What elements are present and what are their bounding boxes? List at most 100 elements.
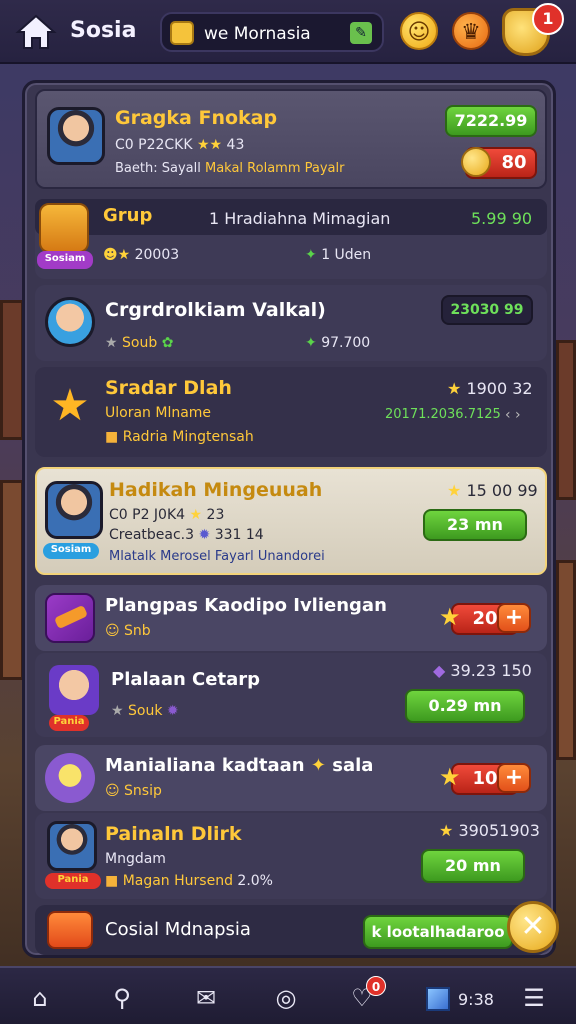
highlighted-value-text: 15 00 99 — [466, 481, 538, 500]
mail-icon[interactable]: ✉ — [188, 980, 224, 1016]
chat-icon[interactable]: ◎ — [268, 980, 304, 1016]
cube-shape — [426, 987, 450, 1011]
search-field[interactable]: we Mornasia ✎ — [160, 12, 384, 52]
star-outline-icon: ★ — [105, 335, 118, 351]
edit-icon[interactable]: ✎ — [350, 22, 372, 44]
heart-badge: 0 — [366, 976, 386, 996]
envelope-icon — [47, 911, 93, 949]
achievement-title: Sradar Dlah — [105, 377, 232, 399]
player-row-title: Plalaan Cetarp — [111, 669, 260, 690]
leader-line-2-value: 2.0% — [237, 873, 273, 889]
crown-icon — [39, 203, 89, 253]
friend-stat-value: 97.700 — [321, 335, 371, 351]
search-icon[interactable]: ⚲ — [104, 980, 140, 1016]
footer-row: Cosial Mdnapsia k lootalhadaroo ✕ — [35, 901, 559, 955]
manual-sub-text: Snsip — [124, 783, 162, 799]
highlighted-action-button[interactable]: 23 mn — [423, 509, 527, 541]
gem-icon: ✿ — [161, 335, 174, 351]
event-title: Plangpas Kaodipo Ivliengan — [105, 595, 387, 616]
footer-action-button[interactable]: k lootalhadaroo — [363, 915, 513, 949]
home-icon[interactable]: ⌂ — [22, 980, 58, 1016]
back-home-button[interactable] — [14, 10, 58, 54]
manual-title-tail: sala — [332, 755, 374, 776]
highlighted-value: ★ 15 00 99 — [447, 481, 538, 500]
gem-icon: ✹ — [198, 527, 211, 543]
achievement-row[interactable]: ★ Sradar Dlah Uloran Mlname ■ Radria Min… — [35, 367, 547, 457]
manual-plus-button[interactable]: + — [497, 763, 531, 793]
friend-stat: ✦ 97.700 — [305, 335, 370, 351]
star-icon: ★ — [439, 763, 461, 791]
social-panel: Gragka Fnokap C0 P22CKK ★★ 43 Baeth: Say… — [22, 80, 559, 958]
highlighted-code-value: 23 — [206, 507, 225, 523]
leader-line-2-text: Magan Hursend — [122, 873, 233, 889]
smile-icon[interactable]: ☺ — [400, 12, 438, 50]
player-row-sub: ★ Souk ✹ — [111, 703, 179, 719]
friend-sub: ★ Soub ✿ — [105, 335, 173, 351]
player-avatar — [49, 665, 99, 715]
achievement-line-2: ■ Radria Mingtensah — [105, 429, 254, 445]
player-name: Gragka Fnokap — [115, 107, 278, 129]
group-header-text: 1 Hradiahna Mimagian — [209, 209, 391, 228]
manual-row[interactable]: Manialiana kadtaan ✦ sala ☺ Snsip ★ 10 + — [35, 745, 547, 811]
bottom-nav: ⌂ ⚲ ✉ ◎ ♡ 0 9:38 ☰ — [0, 966, 576, 1024]
chevron-right-icon[interactable]: ‹ › — [505, 407, 521, 423]
footer-label: Cosial Mdnapsia — [105, 919, 251, 940]
group-amount: 5.99 90 — [471, 209, 533, 228]
balance-button[interactable]: 7222.99 — [445, 105, 537, 137]
background-house — [0, 480, 24, 680]
manual-title-text: Manialiana kadtaan — [105, 755, 305, 776]
avatar — [45, 481, 103, 539]
player-row-button[interactable]: 0.29 mn — [405, 689, 525, 723]
home-icon — [15, 14, 57, 49]
event-icon-shape — [53, 604, 89, 630]
star-icon: ★ — [439, 821, 454, 840]
player-badge: Sosiam — [43, 543, 99, 559]
event-plus-button[interactable]: + — [497, 603, 531, 633]
highlighted-name: Hadikah Mingeuuah — [109, 479, 323, 501]
box-icon: ■ — [105, 429, 119, 445]
event-icon — [45, 593, 95, 643]
star-icon: ★★ — [196, 137, 223, 153]
player-desc: Baeth: Sayall Makal Rolamm Payalr — [115, 161, 344, 176]
coin-amount: 80 — [501, 152, 527, 173]
top-bar: Sosia we Mornasia ✎ ☺ ♛ 1 — [0, 0, 576, 64]
highlighted-line-2-text: Creatbeac.3 — [109, 527, 195, 543]
friend-name: Crgrdrolkiam Valkal) — [105, 299, 326, 321]
achievement-line-2-text: Radria Mingtensah — [122, 429, 254, 445]
coin-button[interactable]: 80 — [461, 147, 537, 179]
player-stars: 43 — [226, 137, 245, 153]
highlighted-player-card[interactable]: Sosiam Hadikah Mingeuuah C0 P2 J0K4 ★ 23… — [35, 467, 547, 575]
event-sub-text: Snb — [124, 623, 151, 639]
highlighted-line-3: Mlatalk Merosel Fayarl Unandorei — [109, 549, 325, 564]
group-title: Grup — [103, 205, 153, 226]
flower-icon — [45, 753, 95, 803]
menu-icon[interactable]: ☰ — [516, 980, 552, 1016]
group-stat-2-value: 1 Uden — [321, 247, 372, 263]
background-house — [556, 560, 576, 760]
trophy-icon[interactable]: ♛ — [452, 12, 490, 50]
cube-count: 9:38 — [458, 990, 494, 1009]
leader-row[interactable]: Pania Painaln Dlirk Mngdam ■ Magan Hurse… — [35, 813, 547, 899]
profile-card[interactable]: Gragka Fnokap C0 P22CKK ★★ 43 Baeth: Say… — [35, 89, 547, 189]
leader-line-2: ■ Magan Hursend 2.0% — [105, 873, 273, 889]
close-icon[interactable]: ✕ — [507, 901, 559, 953]
leader-button[interactable]: 20 mn — [421, 849, 525, 883]
friend-row[interactable]: Crgrdrolkiam Valkal) ★ Soub ✿ ✦ 97.700 2… — [35, 285, 547, 361]
leader-value-text: 39051903 — [458, 821, 540, 840]
manual-count-text: 10 — [472, 768, 498, 789]
group-stat-1: ☻★ 20003 — [103, 247, 179, 263]
player-row[interactable]: Pania Plalaan Cetarp ★ Souk ✹ ◆ 39.23 15… — [35, 653, 547, 737]
leader-avatar — [47, 821, 97, 871]
leader-title: Painaln Dlirk — [105, 823, 242, 845]
shop-icon — [170, 21, 194, 45]
player-row-value: ◆ 39.23 150 — [433, 661, 532, 680]
background-house — [0, 300, 24, 440]
star-badge-icon: ★ — [50, 380, 90, 431]
leader-tag: Pania — [45, 873, 101, 889]
background-house — [556, 340, 576, 500]
event-row[interactable]: Plangpas Kaodipo Ivliengan ☺ Snb ★ 20 + — [35, 585, 547, 651]
cube-icon[interactable] — [424, 980, 452, 1016]
player-tag: Pania — [49, 715, 89, 731]
group-row[interactable]: Sosiam Grup 1 Hradiahna Mimagian 5.99 90… — [35, 199, 547, 279]
notification-badge: 1 — [532, 3, 564, 35]
